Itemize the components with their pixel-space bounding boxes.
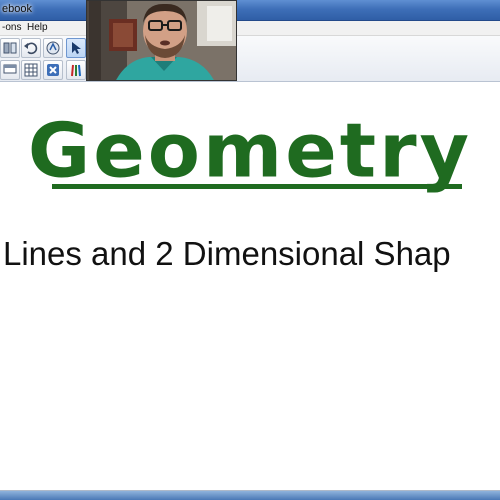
presenter-video-image <box>87 1 236 80</box>
table-icon <box>24 63 38 77</box>
menu-item-help[interactable]: Help <box>27 22 48 33</box>
select-pointer-button[interactable] <box>66 38 86 58</box>
window-title: ebook <box>2 3 32 15</box>
menu-bar: -ons Help <box>0 21 500 36</box>
stamp-button[interactable] <box>43 38 63 58</box>
pens-icon <box>71 64 81 77</box>
pens-button[interactable] <box>66 60 86 80</box>
slide-heading: Geometry <box>27 106 473 195</box>
page-sorter-button[interactable] <box>0 38 20 58</box>
heading-underline <box>52 184 462 189</box>
stamp-icon <box>46 41 60 55</box>
screen-shade-icon <box>3 64 17 74</box>
slide-subtitle: Lines and 2 Dimensional Shap <box>3 235 451 272</box>
page-sorter-icon <box>3 42 17 54</box>
taskbar <box>0 490 500 500</box>
toolbar <box>0 36 500 82</box>
undo-button[interactable] <box>21 38 41 58</box>
whiteboard-canvas[interactable]: Geometry Lines and 2 Dimensional Shap <box>0 82 500 490</box>
webcam-video <box>86 0 237 81</box>
delete-icon <box>47 64 59 76</box>
undo-icon <box>24 42 38 55</box>
title-bar: ebook <box>0 0 500 21</box>
arrow-pointer-icon <box>72 42 81 54</box>
menu-item-addons[interactable]: -ons <box>2 22 21 33</box>
delete-button[interactable] <box>43 60 63 80</box>
table-button[interactable] <box>21 60 41 80</box>
screen-shade-button[interactable] <box>0 60 20 80</box>
